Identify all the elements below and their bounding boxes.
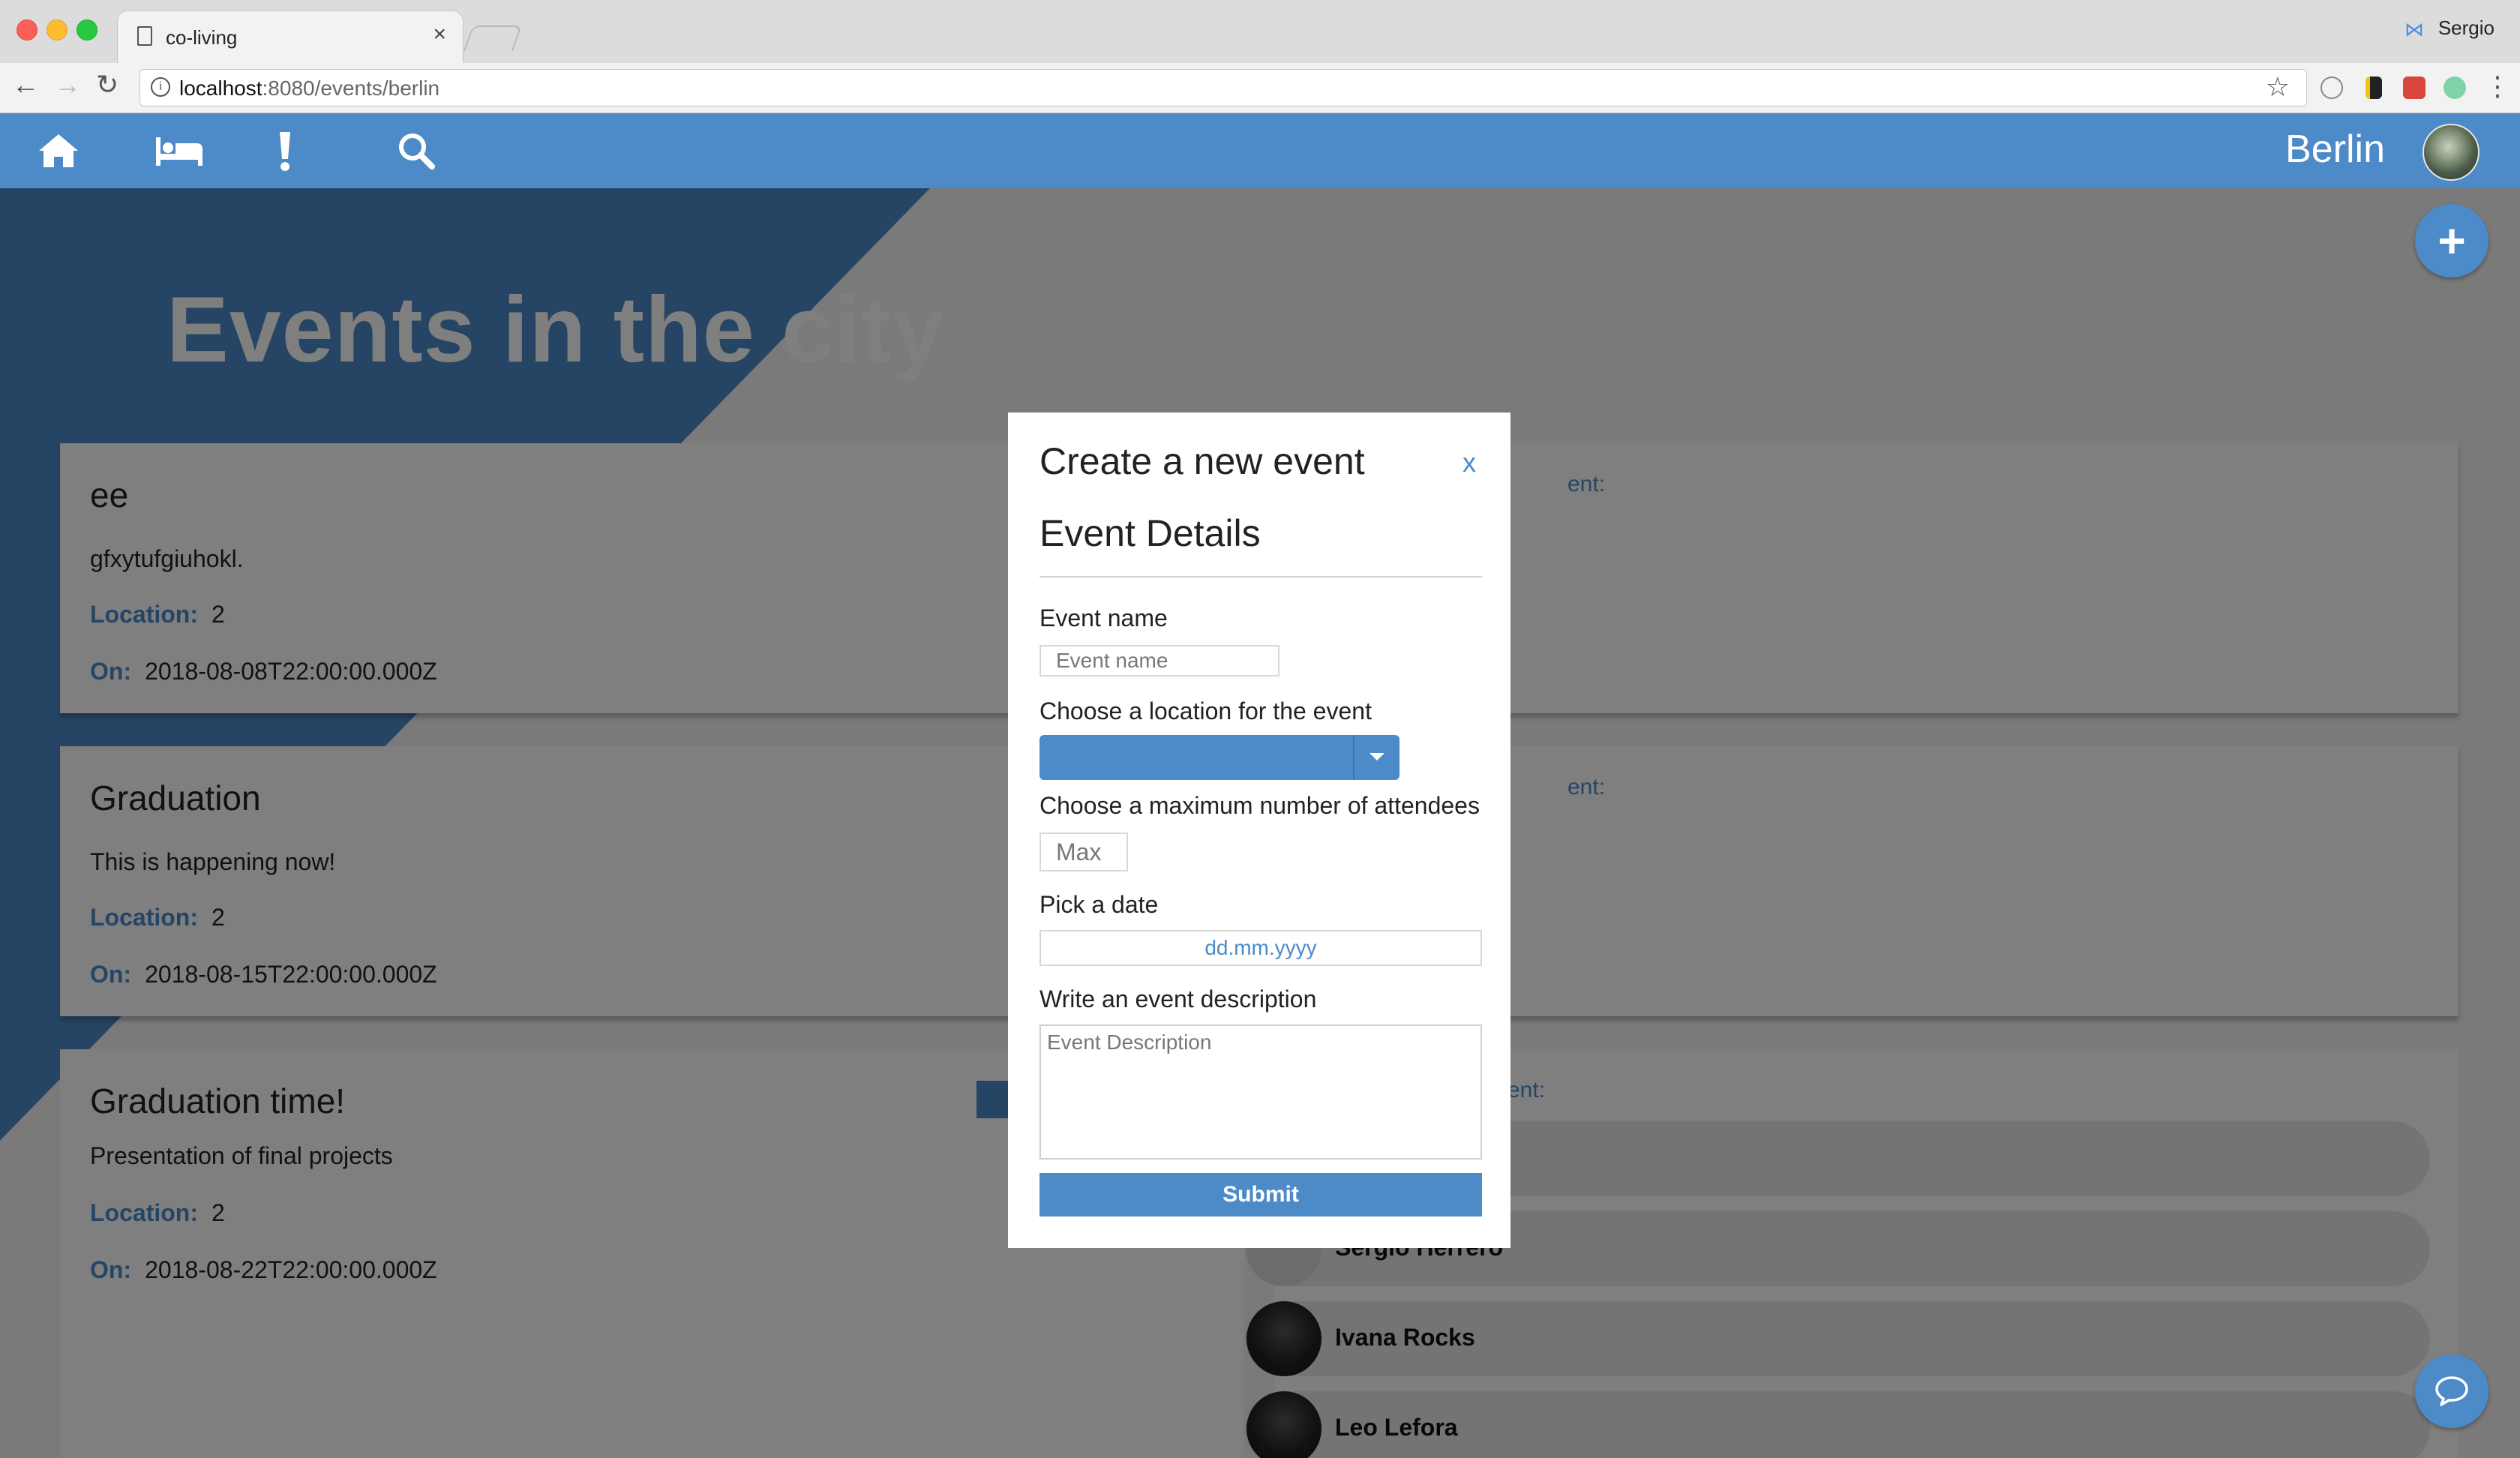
section-title: Event Details [1040,512,1261,554]
alert-icon[interactable] [278,113,292,188]
info-icon[interactable]: i [151,77,170,97]
window-maximize-button[interactable] [76,20,98,40]
home-icon[interactable] [38,113,80,188]
date-label: Pick a date [1040,891,1159,918]
bookmark-star-icon[interactable]: ☆ [2266,71,2290,103]
create-event-modal: Create a new event x Event Details Event… [1008,412,1510,1248]
profile-name[interactable]: Sergio [2438,16,2494,40]
bed-icon[interactable] [154,113,204,188]
app-navbar: Berlin [0,113,2520,188]
tab-close-icon[interactable]: × [433,22,446,47]
event-name-label: Event name [1040,604,1168,632]
browser-menu-icon[interactable]: ⋮ [2484,70,2511,102]
window-minimize-button[interactable] [46,20,68,40]
browser-toolbar: ← → ↻ i localhost:8080/events/berlin ☆ ⋮ [0,63,2520,113]
search-icon[interactable] [398,113,435,188]
user-avatar[interactable] [2422,124,2480,181]
select-divider [1353,735,1354,780]
city-name[interactable]: Berlin [2285,127,2385,172]
tab-title: co-living [166,26,238,49]
add-event-button[interactable]: + [2415,204,2488,278]
divider [1040,576,1482,578]
description-textarea[interactable] [1040,1024,1482,1160]
chevron-down-icon[interactable] [1370,753,1384,760]
reload-icon[interactable]: ↻ [96,69,118,100]
event-name-input[interactable] [1040,645,1280,676]
extension-icon[interactable] [2444,76,2466,99]
back-arrow-icon[interactable]: ← [12,69,39,100]
window-close-button[interactable] [16,20,38,40]
extension-icon[interactable] [2320,76,2343,99]
profile-icon: ⋈ [2404,18,2424,40]
description-label: Write an event description [1040,986,1317,1012]
max-attendees-input[interactable] [1040,832,1128,872]
url-text[interactable]: localhost:8080/events/berlin [179,76,440,100]
close-modal-button[interactable]: x [1462,447,1476,478]
location-select[interactable] [1040,735,1400,780]
max-attendees-label: Choose a maximum number of attendees [1040,792,1480,819]
address-bar[interactable]: i localhost:8080/events/berlin ☆ [140,69,2307,106]
extension-icon[interactable] [2366,76,2382,99]
page-icon [137,26,152,46]
chat-icon [2435,1376,2468,1406]
browser-tab[interactable]: co-living × [117,10,464,64]
modal-title: Create a new event [1040,440,1365,482]
chat-button[interactable] [2415,1354,2488,1428]
forward-arrow-icon[interactable]: → [54,69,81,100]
extension-icon[interactable] [2403,76,2426,99]
browser-tab-bar: co-living × ⋈ Sergio [0,0,2520,64]
date-input[interactable] [1040,930,1482,966]
new-tab-button[interactable] [463,26,523,51]
submit-button[interactable]: Submit [1040,1173,1482,1216]
location-label: Choose a location for the event [1040,698,1372,724]
